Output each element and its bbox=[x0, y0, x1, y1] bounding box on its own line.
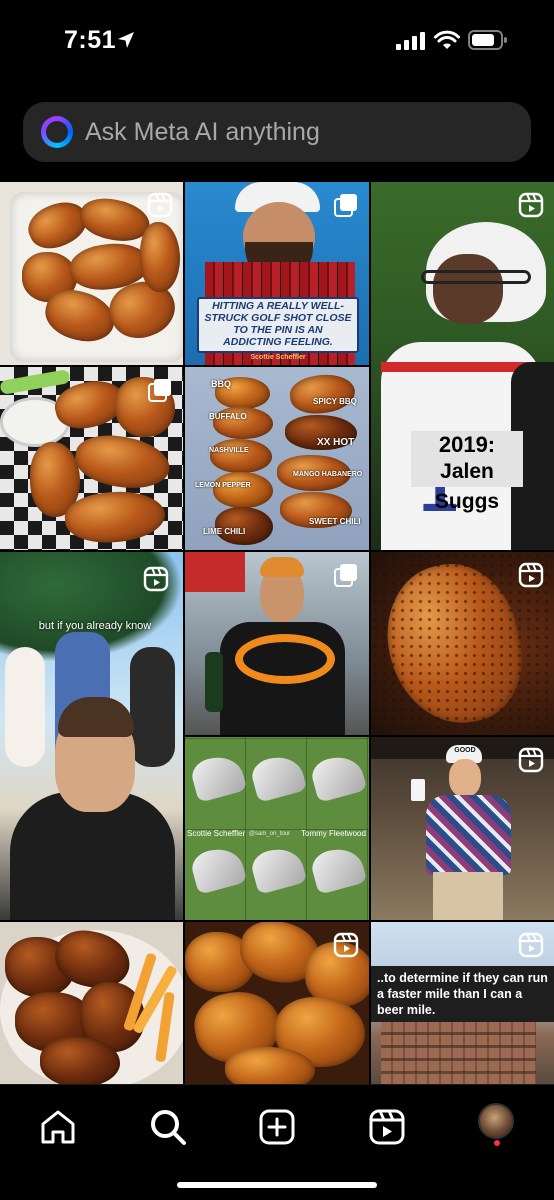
home-indicator bbox=[177, 1182, 377, 1188]
carousel-badge-icon bbox=[334, 564, 357, 587]
search-input[interactable]: Ask Meta AI anything bbox=[85, 118, 320, 147]
suggs-caption-line1: 2019: bbox=[411, 431, 523, 459]
carousel-badge-icon bbox=[148, 379, 171, 402]
reels-badge-icon bbox=[518, 747, 544, 773]
flavor-label: LIME CHILI bbox=[203, 527, 246, 536]
flavor-label: XX HOT bbox=[317, 437, 355, 448]
explore-tile-dance-reel[interactable]: but if you already know bbox=[0, 552, 183, 920]
reels-badge-icon bbox=[143, 566, 169, 592]
hat-text: GOOD bbox=[454, 747, 476, 754]
golf-quote-attribution: Scottie Scheffler bbox=[250, 354, 306, 361]
location-arrow-icon bbox=[118, 32, 134, 48]
explore-tile-wings-checkered[interactable] bbox=[0, 367, 183, 550]
home-icon[interactable] bbox=[38, 1107, 78, 1147]
battery-icon bbox=[468, 30, 507, 50]
meta-ai-icon bbox=[41, 116, 73, 148]
explore-tile-f1-driver[interactable] bbox=[185, 552, 369, 735]
profile-avatar[interactable] bbox=[478, 1103, 514, 1139]
explore-tile-golfer[interactable]: GOOD bbox=[371, 737, 554, 920]
wedges-left-name: Scottie Scheffler bbox=[187, 829, 246, 838]
flavor-label: NASHVILLE bbox=[209, 447, 249, 454]
status-bar: 7:51 bbox=[0, 0, 554, 84]
reels-badge-icon bbox=[518, 192, 544, 218]
reels-badge-icon bbox=[518, 562, 544, 588]
explore-grid: HITTING A REALLY WELL-STRUCK GOLF SHOT C… bbox=[0, 182, 554, 1084]
flavor-label: BUFFALO bbox=[209, 412, 247, 421]
status-time: 7:51 bbox=[64, 26, 117, 54]
reels-badge-icon bbox=[518, 932, 544, 958]
explore-tile-wing-flavors[interactable]: BBQ SPICY BBQ BUFFALO NASHVILLE XX HOT L… bbox=[185, 367, 369, 550]
reels-badge-icon bbox=[147, 192, 173, 218]
suggs-caption-line2: Jalen Suggs bbox=[411, 457, 523, 513]
explore-tile-wings-fries[interactable] bbox=[0, 922, 183, 1084]
explore-tile-wings-container[interactable] bbox=[0, 182, 183, 365]
golf-quote-text: HITTING A REALLY WELL-STRUCK GOLF SHOT C… bbox=[204, 300, 352, 348]
flavor-label: LEMON PEPPER bbox=[195, 482, 251, 489]
carousel-badge-icon bbox=[334, 194, 357, 217]
explore-tile-golf-quote[interactable]: HITTING A REALLY WELL-STRUCK GOLF SHOT C… bbox=[185, 182, 369, 365]
explore-tile-wing-closeup[interactable] bbox=[371, 552, 554, 735]
flavor-label: MANGO HABANERO bbox=[293, 471, 363, 478]
flavor-label: SPICY BBQ bbox=[313, 397, 357, 406]
explore-tile-jalen-suggs[interactable]: 1 2019: Jalen Suggs bbox=[371, 182, 554, 550]
explore-tile-beer-mile[interactable]: ..to determine if they can run a faster … bbox=[371, 922, 554, 1084]
wifi-icon bbox=[434, 30, 460, 49]
reels-badge-icon bbox=[333, 932, 359, 958]
flavor-label: SWEET CHILI bbox=[309, 517, 361, 526]
create-post-icon[interactable] bbox=[257, 1107, 297, 1147]
search-icon[interactable] bbox=[148, 1107, 188, 1147]
reels-icon[interactable] bbox=[367, 1107, 407, 1147]
explore-tile-glazed-wings[interactable] bbox=[185, 922, 369, 1084]
flavor-label: BBQ bbox=[211, 379, 231, 389]
notification-dot bbox=[494, 1140, 500, 1146]
reel-caption: but if you already know bbox=[38, 620, 152, 632]
explore-tile-golf-wedges[interactable]: Scottie Scheffler @sam_on_tour Tommy Fle… bbox=[185, 737, 369, 920]
cellular-signal-icon bbox=[396, 32, 425, 50]
wedges-mid-tag: @sam_on_tour bbox=[249, 831, 291, 837]
beer-mile-caption: ..to determine if they can run a faster … bbox=[371, 966, 554, 1022]
search-bar[interactable]: Ask Meta AI anything bbox=[23, 102, 531, 162]
wedges-right-name: Tommy Fleetwood bbox=[301, 829, 366, 838]
